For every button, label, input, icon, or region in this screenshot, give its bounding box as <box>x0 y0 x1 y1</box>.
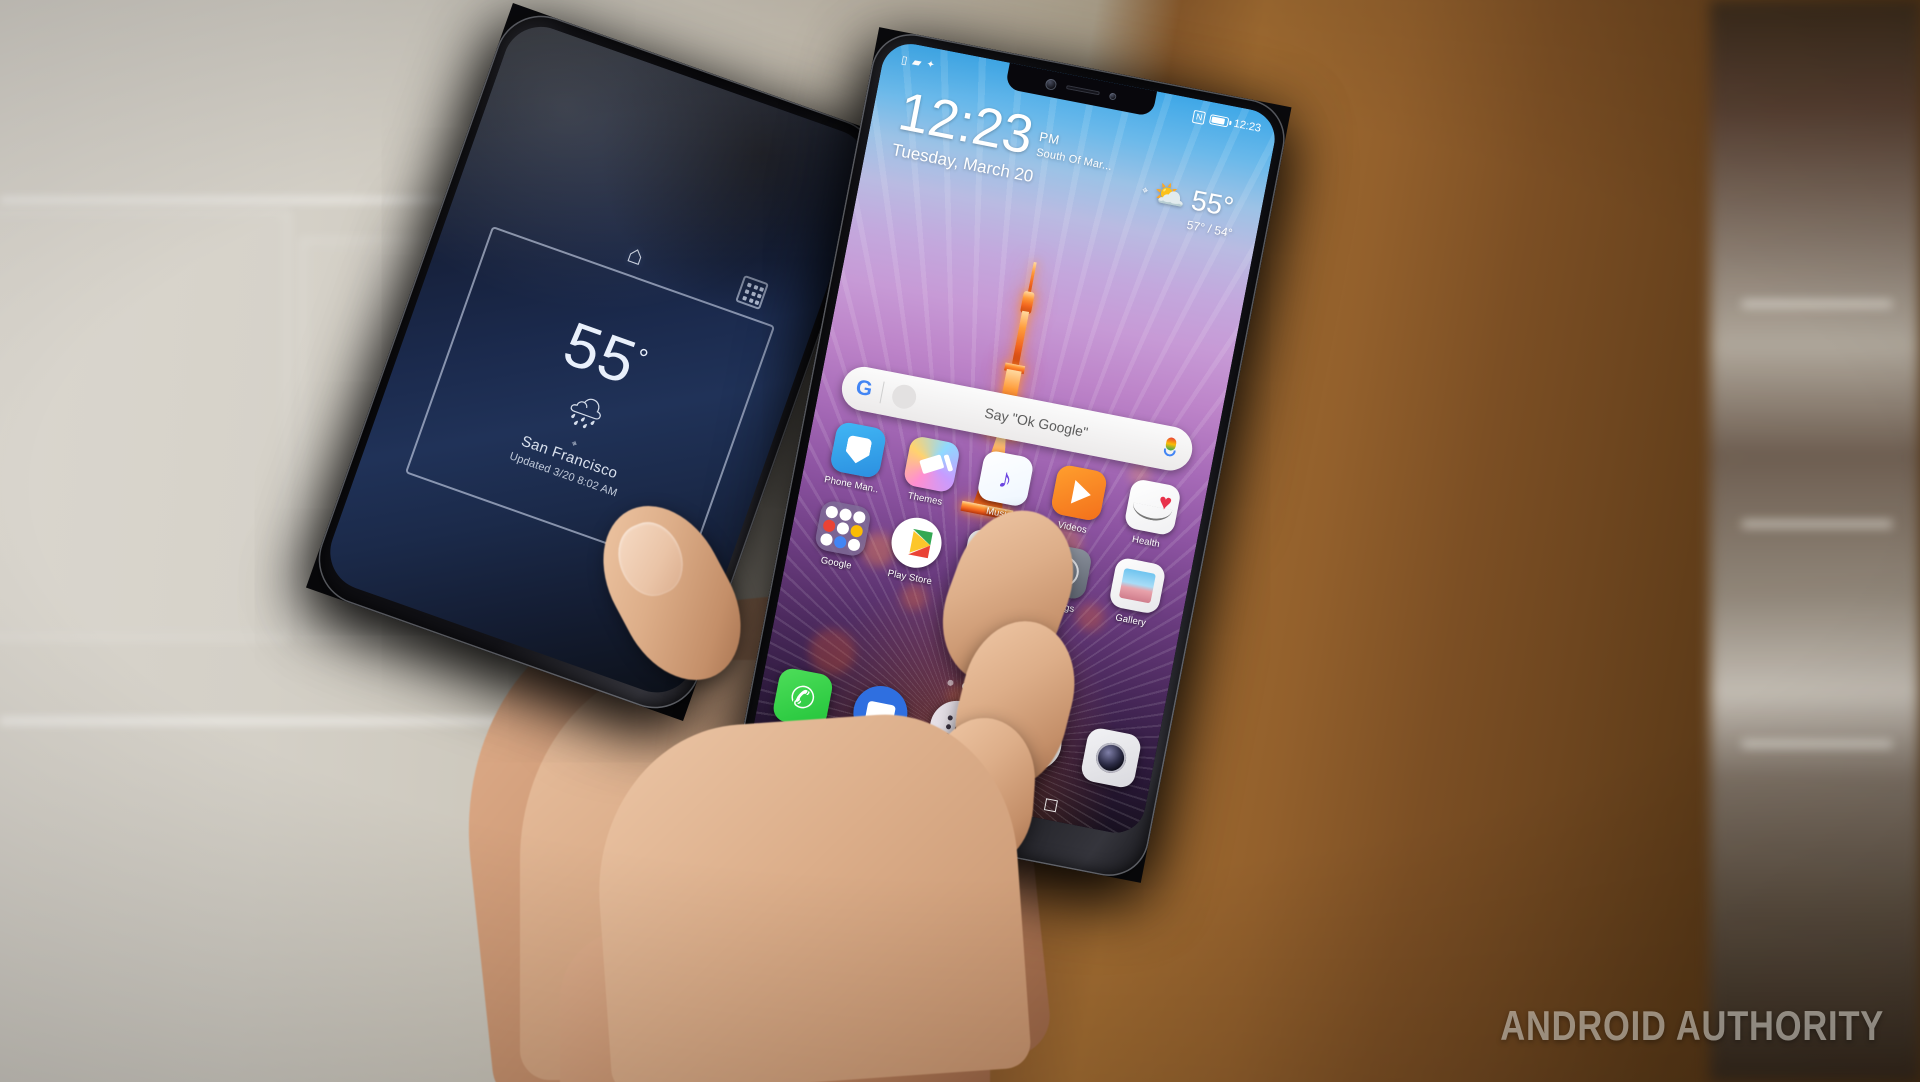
music-icon <box>976 449 1035 508</box>
watermark: Android Authority <box>1500 1002 1884 1049</box>
weather-temperature: 55° <box>1188 184 1237 223</box>
app-label: Phone Man.. <box>823 474 880 496</box>
battery-icon <box>1209 114 1230 128</box>
status-bar-left: ▯ ▰ ✦ <box>900 52 936 72</box>
location-pin-icon: ⌖ <box>1140 184 1150 198</box>
microphone-icon[interactable] <box>1160 436 1180 461</box>
palm <box>587 705 1033 1082</box>
gallery-icon <box>1108 556 1167 616</box>
app-play-store[interactable]: Play Store <box>875 512 954 590</box>
shelf-rail <box>1742 520 1892 528</box>
app-themes[interactable]: Themes <box>891 433 970 511</box>
shelf-rail <box>1742 300 1892 308</box>
app-label: Play Store <box>886 567 933 588</box>
earpiece-speaker-icon <box>1065 85 1101 96</box>
recents-square-icon[interactable] <box>1043 798 1058 813</box>
folder-preview-grid <box>814 499 873 558</box>
phone-manager-icon <box>828 420 888 480</box>
app-label: Themes <box>906 490 944 508</box>
sim-icon: ▯ <box>900 53 909 67</box>
play-store-icon <box>887 513 946 573</box>
themes-icon <box>902 434 962 494</box>
google-logo-icon: G <box>853 375 875 402</box>
partly-cloudy-icon: ⛅ <box>1151 176 1189 213</box>
front-sensor-icon <box>1108 91 1117 101</box>
app-label: Health <box>1131 533 1161 551</box>
nfc-icon: N <box>1191 109 1207 125</box>
videos-icon <box>1049 463 1109 523</box>
search-bar-divider <box>879 381 886 404</box>
app-phone-manager[interactable]: Phone Man.. <box>817 419 896 497</box>
page-dot[interactable] <box>946 679 954 687</box>
bluetooth-icon: ✦ <box>925 58 936 71</box>
camera-icon[interactable] <box>1079 726 1143 790</box>
wifi-icon: ▰ <box>911 54 923 70</box>
app-gallery[interactable]: Gallery <box>1096 555 1175 633</box>
fingernail <box>607 513 694 606</box>
app-label: Google <box>819 554 853 572</box>
app-label: Gallery <box>1114 612 1147 629</box>
app-google-folder[interactable]: Google <box>802 497 881 575</box>
front-camera-icon <box>1044 77 1058 91</box>
app-health[interactable]: Health <box>1111 476 1190 554</box>
google-folder-icon <box>813 499 873 558</box>
health-icon <box>1123 477 1182 537</box>
background-shelf <box>1710 0 1920 1082</box>
photo-scene: ⌂ 55° 🌧 ⌖ San Francisco Updated 3/20 8:0… <box>0 0 1920 1082</box>
wall-panel <box>0 210 290 640</box>
shelf-rail <box>1742 740 1892 748</box>
status-bar-clock: 12:23 <box>1232 117 1262 135</box>
